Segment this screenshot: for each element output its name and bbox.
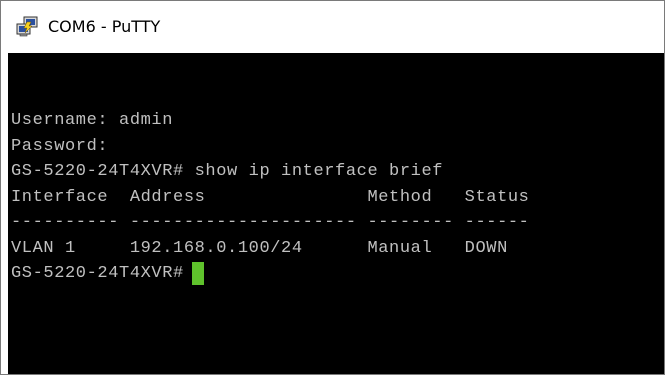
- putty-window: COM6 - PuTTY Username: admin Password: G…: [0, 0, 665, 375]
- title-bar[interactable]: COM6 - PuTTY: [1, 1, 664, 53]
- window-title: COM6 - PuTTY: [48, 17, 161, 36]
- putty-icon: [16, 16, 38, 37]
- terminal-line: Interface Address Method Status: [11, 187, 530, 207]
- text-cursor: [191, 262, 204, 286]
- terminal-line: Username: admin: [11, 111, 174, 130]
- terminal-line: GS-5220-24T4XVR# show ip interface brief: [11, 162, 444, 181]
- command-prompt: GS-5220-24T4XVR#: [11, 264, 184, 283]
- terminal-output: Username: admin Password: GS-5220-24T4XV…: [11, 108, 529, 287]
- terminal-line: Password:: [11, 136, 109, 156]
- terminal-line: VLAN 1 192.168.0.100/24 Manual DOWN: [11, 238, 508, 258]
- terminal-screen[interactable]: Username: admin Password: GS-5220-24T4XV…: [8, 53, 664, 374]
- terminal-line: ---------- --------------------- -------…: [11, 213, 530, 232]
- command-prompt-line: GS-5220-24T4XVR#: [11, 261, 529, 287]
